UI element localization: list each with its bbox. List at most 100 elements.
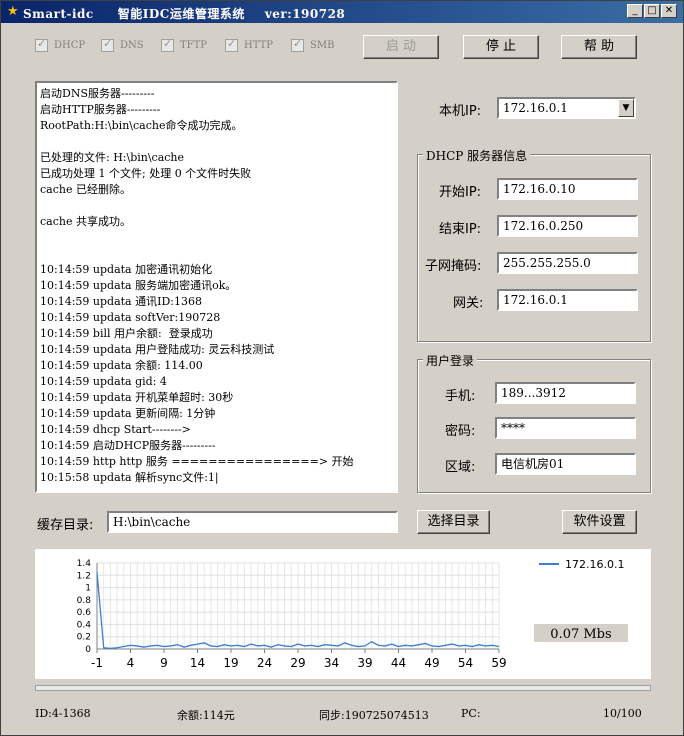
log-line: cache 已经删除。 [40, 183, 131, 196]
phone-field[interactable]: 189...3912 [495, 382, 636, 404]
gateway-label: 网关: [453, 296, 484, 311]
x-tick-label: 59 [491, 656, 506, 670]
title-bar: ★ Smart-idc 智能IDC运维管理系统 ver:190728 _ □ ✕ [1, 1, 683, 23]
end-ip-label: 结束IP: [439, 222, 482, 237]
status-sync: 同步:190725074513 [319, 709, 429, 722]
x-tick-label: 24 [257, 656, 272, 670]
log-line: 10:15:58 updata 解析sync文件:1| [40, 471, 219, 484]
x-tick-label: 4 [127, 656, 135, 670]
app-title: 智能IDC运维管理系统 [117, 7, 245, 21]
app-name: Smart-idc [23, 7, 94, 21]
x-tick-label: 34 [324, 656, 339, 670]
window-title: Smart-idc 智能IDC运维管理系统 ver:190728 [23, 5, 345, 22]
cache-dir-field[interactable]: H:\bin\cache [107, 511, 398, 533]
x-tick-label: 19 [223, 656, 238, 670]
y-tick-label: 1.2 [77, 571, 91, 581]
service-checkbox-tftp[interactable]: TFTP [161, 37, 207, 52]
x-tick-label: -1 [91, 656, 103, 670]
log-line: 10:14:59 dhcp Start--------> [40, 423, 191, 436]
app-logo-icon: ★ [7, 4, 19, 19]
start-ip-label: 开始IP: [439, 185, 482, 200]
start-button[interactable]: 启 动 [363, 35, 439, 59]
stop-button[interactable]: 停 止 [463, 35, 539, 59]
status-count: 10/100 [603, 707, 642, 720]
log-line: 启动DNS服务器--------- [40, 87, 155, 100]
start-ip-field[interactable]: 172.16.0.10 [497, 178, 638, 200]
log-line: 10:14:59 updata 服务端加密通讯ok。 [40, 279, 237, 292]
subnet-mask-field[interactable]: 255.255.255.0 [497, 252, 638, 274]
checkbox-icon [161, 37, 174, 52]
log-line: 10:14:59 updata 更新间隔: 1分钟 [40, 407, 216, 420]
help-button[interactable]: 帮 助 [561, 35, 637, 59]
end-ip-field[interactable]: 172.16.0.250 [497, 215, 638, 237]
log-output[interactable]: 启动DNS服务器--------- 启动HTTP服务器--------- RootP… [35, 81, 398, 493]
region-label: 区域: [445, 460, 476, 475]
service-checkbox-http[interactable]: HTTP [225, 37, 273, 52]
password-label: 密码: [445, 424, 476, 439]
checkbox-icon [35, 37, 48, 52]
dhcp-group-title: DHCP 服务器信息 [423, 147, 531, 164]
local-ip-value: 172.16.0.1 [503, 101, 568, 115]
chevron-down-icon[interactable]: ▼ [618, 99, 634, 117]
software-settings-button[interactable]: 软件设置 [562, 510, 637, 534]
select-directory-button[interactable]: 选择目录 [417, 510, 490, 534]
minimize-button[interactable]: _ [627, 4, 643, 18]
y-tick-label: 0 [85, 645, 91, 655]
log-line: RootPath:H:\bin\cache命令成功完成。 [40, 119, 243, 132]
status-id: ID:4-1368 [35, 707, 91, 720]
log-line: 启动HTTP服务器--------- [40, 103, 161, 116]
log-line: 已成功处理 1 个文件; 处理 0 个文件时失败 [40, 167, 252, 180]
traffic-chart: 0 0.2 0.4 0.6 0.8 1 1.2 1.4 -1 4 9 14 19 24 29 34 39 44 49… [35, 549, 651, 679]
progress-bar [35, 685, 651, 691]
log-line: 10:14:59 bill 用户余额: 登录成功 [40, 327, 213, 340]
speed-readout: 0.07 Mbs [550, 627, 611, 642]
service-checkbox-dhcp[interactable]: DHCP [35, 37, 85, 52]
y-tick-label: 1.4 [77, 559, 92, 569]
local-ip-select[interactable]: 172.16.0.1 ▼ [497, 97, 636, 119]
log-line: 10:14:59 updata softVer:190728 [40, 311, 221, 324]
password-field[interactable]: **** [495, 417, 636, 439]
service-checkbox-smb[interactable]: SMB [291, 37, 334, 52]
x-tick-label: 44 [391, 656, 406, 670]
log-line: 已处理的文件: H:\bin\cache [40, 151, 185, 164]
checkbox-icon [225, 37, 238, 52]
y-tick-label: 0.8 [77, 596, 92, 606]
log-line: cache 共享成功。 [40, 215, 131, 228]
service-checkbox-dns[interactable]: DNS [101, 37, 144, 52]
log-line: 10:14:59 updata 开机菜单超时: 30秒 [40, 391, 234, 404]
y-tick-label: 0.6 [77, 608, 92, 618]
legend-label: 172.16.0.1 [565, 558, 624, 571]
log-line: 10:14:59 启动DHCP服务器--------- [40, 439, 216, 452]
checkbox-icon [101, 37, 114, 52]
status-pc: PC: [461, 707, 481, 720]
log-line: 10:14:59 http http 服务 ================> … [40, 455, 354, 468]
subnet-mask-label: 子网掩码: [425, 259, 482, 274]
x-tick-label: 14 [190, 656, 205, 670]
cache-dir-label: 缓存目录: [37, 518, 94, 533]
log-line: 10:14:59 updata 余额: 114.00 [40, 359, 203, 372]
x-tick-label: 9 [160, 656, 168, 670]
local-ip-label: 本机IP: [439, 104, 482, 119]
traffic-chart-svg: 00.20.40.60.811.21.4-1 4 9 14 19 24 29 34 39 44 49… [77, 558, 628, 670]
region-field[interactable]: 电信机房01 [495, 453, 636, 475]
y-tick-label: 0.2 [77, 633, 91, 643]
user-login-group-title: 用户登录 [423, 352, 478, 369]
maximize-button[interactable]: □ [644, 4, 660, 18]
main-window: ★ Smart-idc 智能IDC运维管理系统 ver:190728 _ □ ✕ D… [0, 0, 684, 736]
x-tick-label: 54 [458, 656, 473, 670]
y-tick-label: 1 [85, 584, 91, 594]
status-balance: 余额:114元 [177, 709, 235, 722]
x-tick-label: 29 [290, 656, 305, 670]
log-line: 10:14:59 updata 加密通讯初始化 [40, 263, 213, 276]
log-line: 10:14:59 updata gid: 4 [40, 375, 167, 388]
checkbox-icon [291, 37, 304, 52]
x-tick-label: 49 [424, 656, 439, 670]
close-button[interactable]: ✕ [661, 4, 677, 18]
phone-label: 手机: [445, 389, 476, 404]
log-line: 10:14:59 updata 用户登陆成功: 灵云科技测试 [40, 343, 275, 356]
gateway-field[interactable]: 172.16.0.1 [497, 289, 638, 311]
